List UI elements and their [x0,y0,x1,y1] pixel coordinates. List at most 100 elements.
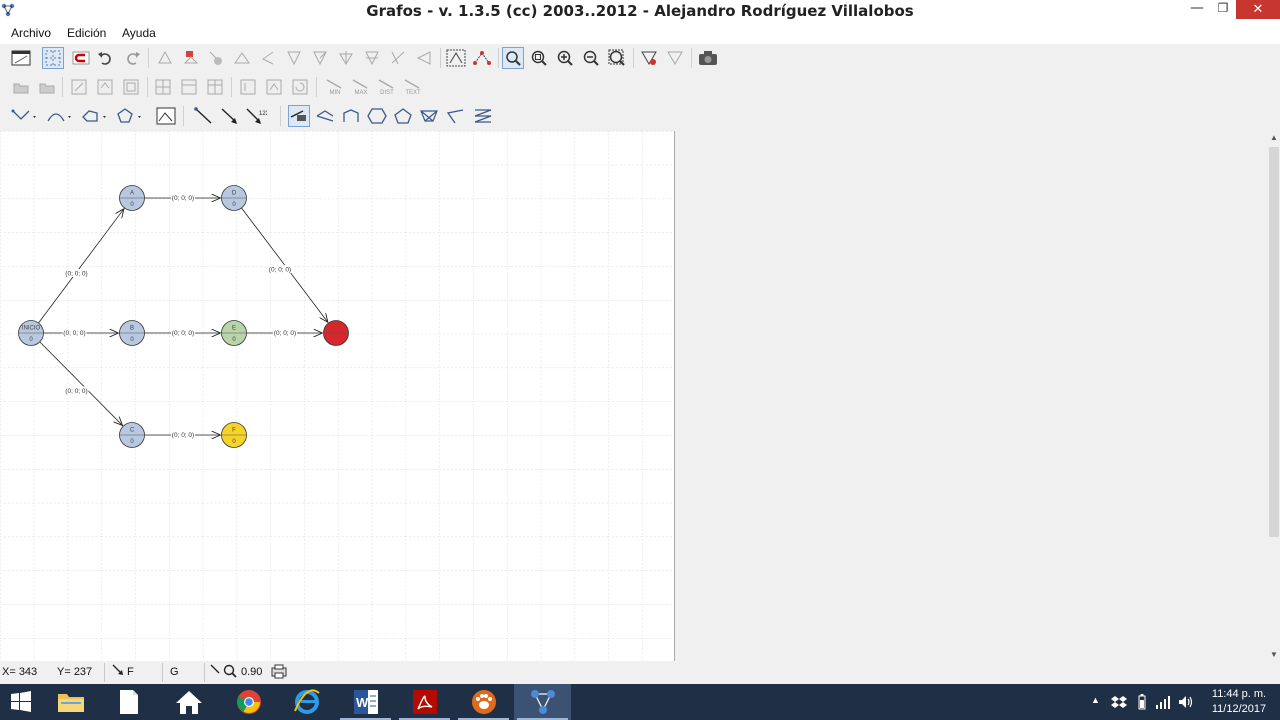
image-button[interactable] [155,105,177,127]
path-tool-5[interactable] [418,105,440,127]
edge-label[interactable]: (0; 0; 0) [63,330,85,337]
tool-button-9[interactable] [361,47,383,69]
vertical-scrollbar[interactable]: ▲ ▼ [1268,131,1280,661]
graph-node[interactable]: E0 [221,320,247,346]
tool-button-1[interactable] [154,47,176,69]
graph-node[interactable]: C0 [119,422,145,448]
clock[interactable]: 11:44 p. m. 11/12/2017 [1206,687,1272,717]
volume-icon[interactable] [1178,694,1194,710]
shape-dropdown-4[interactable] [115,105,145,127]
edge-label[interactable]: (0; 0; 0) [65,388,87,395]
menu-ayuda[interactable]: Ayuda [122,26,156,40]
tray-expand-icon[interactable]: ▲ [1091,695,1100,705]
zoom-select-button[interactable] [502,47,524,69]
battery-icon[interactable] [1137,694,1147,710]
scroll-thumb[interactable] [1269,147,1279,537]
taskbar-explorer[interactable] [42,684,99,720]
graph-node[interactable]: F0 [221,422,247,448]
grid-toggle-button[interactable] [42,47,64,69]
path-tool-7[interactable] [472,105,494,127]
shape-dropdown-2[interactable] [45,105,75,127]
tool-button-10[interactable] [387,47,409,69]
tool-button-6[interactable] [283,47,305,69]
print-icon[interactable] [271,664,287,682]
camera-button[interactable] [697,47,719,69]
taskbar-blank-file[interactable] [100,684,157,720]
signal-icon[interactable] [1155,694,1171,710]
graph-options-button[interactable] [664,47,686,69]
min-path-button[interactable]: MIN [322,76,348,98]
edge-tool-button[interactable] [193,105,215,127]
max-path-button[interactable]: MAX [348,76,374,98]
redo-button[interactable] [122,47,144,69]
edge-label[interactable]: (0; 0; 0) [269,267,291,274]
matrix-button-1[interactable] [68,76,90,98]
dist-button[interactable]: DIST [374,76,400,98]
start-button[interactable] [0,684,42,720]
tool-button-2[interactable] [180,47,202,69]
maximize-button[interactable]: ❐ [1212,1,1234,21]
tool-button-7[interactable] [309,47,331,69]
edge-label[interactable]: (0; 0; 0) [65,271,87,278]
path-tool-3[interactable] [366,105,388,127]
scroll-down-icon[interactable]: ▼ [1268,650,1280,659]
zoom-in-button[interactable] [554,47,576,69]
algorithm-button-2[interactable] [263,76,285,98]
tool-button-3[interactable] [205,47,227,69]
graph-node[interactable] [323,320,349,346]
tool-button-5[interactable] [257,47,279,69]
algorithm-button-1[interactable] [237,76,259,98]
save-button[interactable] [36,76,58,98]
dropbox-icon[interactable] [1111,694,1127,710]
arrow-tool-button[interactable] [219,105,241,127]
matrix-button-3[interactable] [120,76,142,98]
path-tool-2[interactable] [340,105,362,127]
zoom-fit-button[interactable] [528,47,550,69]
table-button-2[interactable] [178,76,200,98]
scroll-up-icon[interactable]: ▲ [1268,133,1280,142]
tool-button-4[interactable] [231,47,253,69]
shape-dropdown-1[interactable] [10,105,40,127]
weighted-arrow-button[interactable]: 123 [245,105,267,127]
taskbar-acrobat[interactable] [396,684,453,720]
taskbar-word[interactable]: W [337,684,394,720]
select-graph-button[interactable] [445,47,467,69]
taskbar-grafos[interactable] [514,684,571,720]
table-button-3[interactable] [204,76,226,98]
new-graph-button[interactable] [10,47,32,69]
graph-node[interactable]: D0 [221,185,247,211]
taskbar-chrome[interactable] [220,684,277,720]
path-tool-6[interactable] [444,105,466,127]
graph-node[interactable]: INICIO0 [18,320,44,346]
path-tool-4[interactable] [392,105,414,127]
menu-edicion[interactable]: Edición [67,26,106,40]
graph-svg[interactable]: (0; 0; 0) (0; 0; 0) (0; 0; 0) (0; 0; 0) (0; … [0,131,675,661]
close-button[interactable]: ✕ [1236,0,1280,19]
graph-node[interactable]: A0 [119,185,145,211]
magnet-button[interactable] [70,47,92,69]
path-tool-1[interactable] [314,105,336,127]
menu-archivo[interactable]: Archivo [11,26,51,40]
zoom-window-button[interactable] [606,47,628,69]
matrix-button-2[interactable] [94,76,116,98]
minimize-button[interactable]: — [1186,0,1208,20]
undo-button[interactable] [94,47,116,69]
move-graph-button[interactable] [638,47,660,69]
edge-label[interactable]: (0; 0; 0) [172,195,194,202]
graph-node[interactable]: B0 [119,320,145,346]
edge-label[interactable]: (0; 0; 0) [274,330,296,337]
select-nodes-button[interactable] [471,47,493,69]
algorithm-button-3[interactable] [289,76,311,98]
taskbar-ie[interactable] [278,684,335,720]
taskbar-home[interactable] [160,684,217,720]
tool-button-8[interactable] [335,47,357,69]
graph-canvas[interactable]: (0; 0; 0) (0; 0; 0) (0; 0; 0) (0; 0; 0) (0; … [0,131,675,661]
shape-dropdown-3[interactable] [80,105,110,127]
text-button[interactable]: TEXT [400,76,426,98]
zoom-out-button[interactable] [580,47,602,69]
edge-label[interactable]: (0; 0; 0) [172,432,194,439]
select-tool-button[interactable] [288,105,310,127]
open-button[interactable] [10,76,32,98]
tool-button-11[interactable] [413,47,435,69]
edge-label[interactable]: (0; 0; 0) [172,330,194,337]
